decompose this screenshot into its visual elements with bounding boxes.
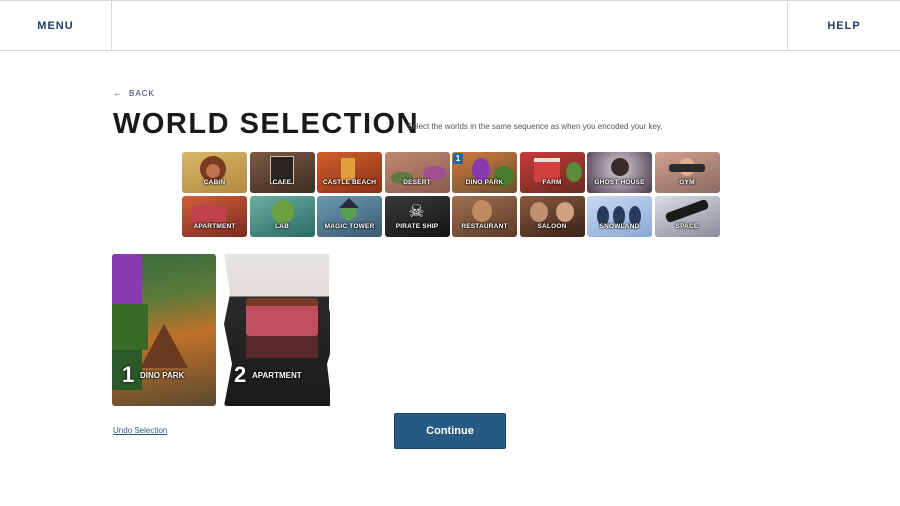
top-bar: MENU HELP xyxy=(0,0,900,51)
world-tile-dino-park[interactable]: 1 DINO PARK xyxy=(452,152,517,193)
selection-number: 2 xyxy=(234,362,247,387)
world-tile-label: PIRATE SHIP xyxy=(395,223,439,230)
world-tile-cabin[interactable]: CABIN xyxy=(182,152,247,193)
volcano-thumbnail xyxy=(140,324,188,368)
undo-selection-link[interactable]: Undo Selection xyxy=(113,426,167,435)
world-tile-label: CASTLE BEACH xyxy=(322,179,377,186)
world-tile-label: SNOWLAND xyxy=(599,223,640,230)
world-tile-pirate-ship[interactable]: ☠ PIRATE SHIP xyxy=(384,196,450,237)
world-thumbnail xyxy=(339,198,359,208)
page-title: WORLD SELECTION xyxy=(113,108,420,140)
world-tile-label: DINO PARK xyxy=(465,179,504,186)
world-tile-label: CABIN xyxy=(203,179,226,186)
world-tile-restaurant[interactable]: RESTAURANT xyxy=(452,196,517,237)
selection-label: DINO PARK xyxy=(140,371,185,380)
continue-button[interactable]: Continue xyxy=(394,413,506,449)
selected-world-card-1: 1 DINO PARK xyxy=(112,254,216,406)
help-button[interactable]: HELP xyxy=(787,1,900,51)
world-tile-label: CAFE xyxy=(272,179,292,186)
world-grid: CABIN CAFE CASTLE BEACH DESERT 1 DINO PA… xyxy=(182,152,720,238)
world-tile-label: RESTAURANT xyxy=(461,223,508,230)
selected-world-card-2: 2 APARTMENT xyxy=(224,254,338,406)
world-tile-label: MAGIC TOWER xyxy=(324,223,375,230)
world-tile-farm[interactable]: FARM xyxy=(519,152,585,193)
world-thumbnail xyxy=(206,164,220,178)
world-tile-castle-beach[interactable]: CASTLE BEACH xyxy=(317,152,382,193)
world-thumbnail xyxy=(341,158,355,180)
instructions-text: Select the worlds in the same sequence a… xyxy=(407,122,663,131)
selection-order-badge: 1 xyxy=(453,153,463,164)
world-thumbnail xyxy=(192,206,226,222)
selection-number: 1 xyxy=(122,362,135,387)
world-thumbnail xyxy=(668,164,705,172)
dino-thumbnail xyxy=(112,254,142,304)
world-tile-magic-tower[interactable]: MAGIC TOWER xyxy=(317,196,382,237)
world-tile-cafe[interactable]: CAFE xyxy=(249,152,315,193)
world-thumbnail xyxy=(422,166,447,180)
world-tile-gym[interactable]: GYM xyxy=(654,152,720,193)
world-tile-saloon[interactable]: SALOON xyxy=(519,196,585,237)
back-label: BACK xyxy=(129,88,155,98)
selection-label: APARTMENT xyxy=(252,371,302,380)
world-tile-space[interactable]: SPACE xyxy=(654,196,720,237)
world-thumbnail xyxy=(472,200,492,222)
world-tile-ghost-house[interactable]: GHOST HOUSE xyxy=(587,152,652,193)
world-tile-label: APARTMENT xyxy=(193,223,236,230)
bed-thumbnail xyxy=(246,336,318,358)
menu-button[interactable]: MENU xyxy=(0,1,112,51)
world-tile-lab[interactable]: LAB xyxy=(249,196,315,237)
world-thumbnail xyxy=(271,200,294,224)
world-thumbnail xyxy=(555,202,574,222)
world-tile-label: SALOON xyxy=(537,223,567,230)
bed-thumbnail xyxy=(246,298,318,336)
skull-icon: ☠ xyxy=(408,201,425,221)
world-tile-label: SPACE xyxy=(675,223,699,230)
world-tile-snowland[interactable]: SNOWLAND xyxy=(587,196,652,237)
world-tile-label: GYM xyxy=(679,179,695,186)
world-tile-desert[interactable]: DESERT xyxy=(384,152,450,193)
world-tile-label: GHOST HOUSE xyxy=(594,179,645,186)
world-thumbnail xyxy=(529,202,548,222)
arrow-left-icon: ← xyxy=(113,88,123,98)
world-thumbnail xyxy=(611,158,629,176)
world-tile-apartment[interactable]: APARTMENT xyxy=(182,196,247,237)
world-thumbnail xyxy=(664,198,709,224)
back-link[interactable]: ← BACK xyxy=(113,88,155,98)
world-tile-label: DESERT xyxy=(403,179,431,186)
world-tile-label: LAB xyxy=(275,223,289,230)
world-tile-label: FARM xyxy=(542,179,562,186)
